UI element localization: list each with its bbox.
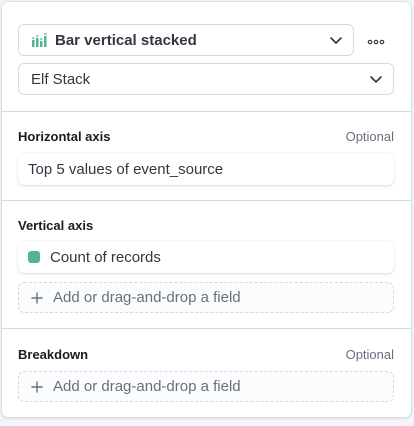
chart-type-select[interactable]: Bar vertical stacked <box>18 24 354 56</box>
chart-type-label: Bar vertical stacked <box>55 31 197 49</box>
breakdown-add-field[interactable]: Add or drag-and-drop a field <box>18 371 394 402</box>
plus-icon <box>31 291 43 304</box>
bar-vertical-stacked-icon <box>31 32 47 48</box>
divider <box>2 111 411 112</box>
horizontal-axis-field-label: Top 5 values of event_source <box>28 160 224 178</box>
divider <box>2 328 411 329</box>
series-color-swatch <box>28 251 40 263</box>
more-actions-button[interactable] <box>364 30 388 52</box>
layer-panel: Bar vertical stacked Elf Stack Horizonta… <box>2 2 411 417</box>
breakdown-optional: Optional <box>345 347 394 362</box>
horizontal-axis-optional: Optional <box>345 129 394 144</box>
more-horizontal-icon <box>367 32 385 50</box>
layer-label: Elf Stack <box>31 70 91 88</box>
chevron-down-icon <box>329 33 343 47</box>
add-field-label: Add or drag-and-drop a field <box>53 378 241 395</box>
layer-select[interactable]: Elf Stack <box>18 63 394 95</box>
horizontal-axis-field[interactable]: Top 5 values of event_source <box>18 153 394 185</box>
chevron-down-icon <box>369 72 383 86</box>
horizontal-axis-title: Horizontal axis <box>18 129 111 144</box>
add-field-label: Add or drag-and-drop a field <box>53 289 241 306</box>
vertical-axis-field[interactable]: Count of records <box>18 241 394 273</box>
plus-icon <box>31 380 43 393</box>
vertical-axis-title: Vertical axis <box>18 218 94 233</box>
panel-header: Bar vertical stacked Elf Stack <box>2 2 411 112</box>
breakdown-title: Breakdown <box>18 347 89 362</box>
vertical-axis-field-label: Count of records <box>50 248 161 266</box>
divider <box>2 200 411 201</box>
vertical-axis-add-field[interactable]: Add or drag-and-drop a field <box>18 282 394 313</box>
